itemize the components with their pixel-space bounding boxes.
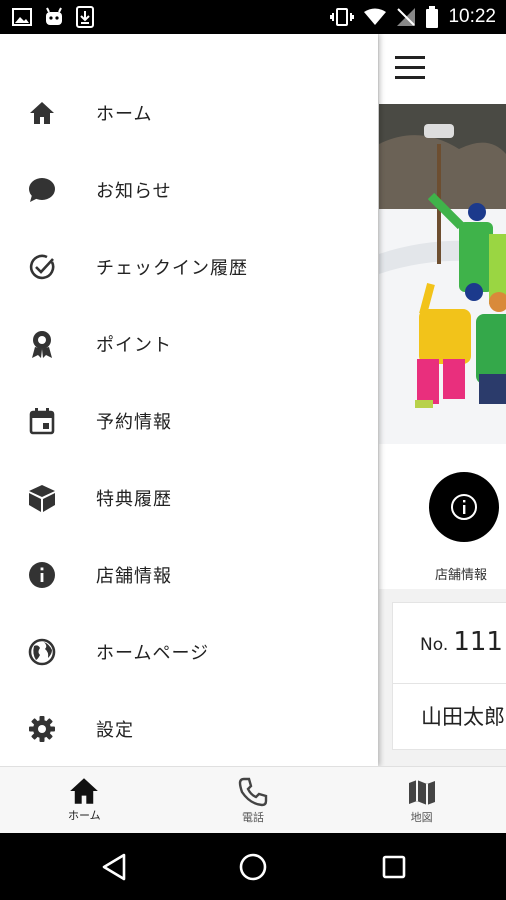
store-info-button[interactable] [429, 472, 499, 542]
drawer-item-label: 設定 [96, 719, 134, 741]
cube-icon [27, 483, 57, 513]
drawer-item-homepage[interactable]: ホームページ [0, 613, 378, 690]
recents-square-icon [382, 855, 406, 879]
member-number-value: 111 [453, 627, 503, 657]
bottom-nav-label: ホーム [68, 809, 101, 822]
back-triangle-icon [102, 853, 126, 881]
bottom-nav-label: 地図 [410, 811, 433, 824]
member-name: 山田太郎 [421, 705, 505, 729]
phone-icon [238, 777, 268, 807]
ski-group-photo [379, 104, 506, 444]
navigation-drawer: ホーム お知らせ チェックイン履歴 ポイント 予約情報 特典履歴 店舗情報 ホー… [0, 34, 378, 766]
drawer-item-label: ホームページ [96, 642, 210, 664]
bottom-nav-home[interactable]: ホーム [0, 767, 169, 833]
award-icon [27, 329, 57, 359]
back-button[interactable] [98, 851, 130, 883]
home-icon [27, 98, 57, 128]
vibrate-icon [330, 8, 355, 26]
drawer-item-store-info[interactable]: 店舗情報 [0, 536, 378, 613]
bottom-nav-map[interactable]: 地図 [337, 767, 506, 833]
drawer-item-label: お知らせ [96, 180, 172, 202]
status-bar: 10:22 [0, 0, 506, 34]
drawer-item-label: チェックイン履歴 [96, 257, 248, 279]
drawer-item-home[interactable]: ホーム [0, 74, 378, 151]
download-notification-icon [76, 6, 94, 28]
member-number: No. 111 [420, 627, 503, 657]
android-notification-icon [46, 7, 62, 25]
drawer-item-settings[interactable]: 設定 [0, 690, 378, 766]
member-number-prefix: No. [420, 635, 449, 655]
wifi-icon [364, 8, 387, 25]
bottom-navigation: ホーム 電話 地図 [0, 766, 506, 833]
menu-icon[interactable] [395, 56, 425, 80]
drawer-item-checkin-history[interactable]: チェックイン履歴 [0, 228, 378, 305]
recents-button[interactable] [378, 851, 410, 883]
home-icon [70, 778, 99, 804]
home-button[interactable] [237, 851, 269, 883]
globe-icon [27, 637, 57, 667]
check-circle-icon [27, 252, 57, 282]
system-navigation-bar [0, 833, 506, 900]
drawer-item-label: ポイント [96, 334, 172, 356]
drawer-item-label: 店舗情報 [96, 565, 172, 587]
info-outline-icon [451, 494, 477, 520]
status-time: 10:22 [448, 6, 496, 27]
store-info-section: 店舗情報 [379, 444, 506, 589]
member-card: No. 111 山田太郎 [392, 602, 506, 750]
app-bar [379, 34, 506, 104]
drawer-item-news[interactable]: お知らせ [0, 151, 378, 228]
drawer-item-points[interactable]: ポイント [0, 305, 378, 382]
card-divider [393, 683, 506, 684]
store-info-label: 店舗情報 [435, 568, 488, 583]
hero-photo [379, 104, 506, 444]
chat-bubble-icon [27, 175, 57, 205]
drawer-item-label: 特典履歴 [96, 488, 172, 510]
gear-icon [27, 714, 57, 744]
drawer-item-label: 予約情報 [96, 411, 172, 433]
image-notification-icon [12, 8, 32, 26]
no-signal-icon [397, 8, 416, 26]
drawer-item-label: ホーム [96, 103, 153, 125]
drawer-item-reservation[interactable]: 予約情報 [0, 382, 378, 459]
drawer-item-benefit-history[interactable]: 特典履歴 [0, 459, 378, 536]
bottom-nav-phone[interactable]: 電話 [169, 767, 338, 833]
battery-icon [426, 6, 439, 28]
info-icon [27, 560, 57, 590]
home-circle-icon [239, 853, 267, 881]
main-area: 店舗情報 No. 111 山田太郎 ホーム お知らせ チェックイン履歴 ポイント… [0, 34, 506, 766]
calendar-icon [27, 406, 57, 436]
bottom-nav-label: 電話 [242, 811, 264, 824]
map-icon [408, 780, 435, 805]
